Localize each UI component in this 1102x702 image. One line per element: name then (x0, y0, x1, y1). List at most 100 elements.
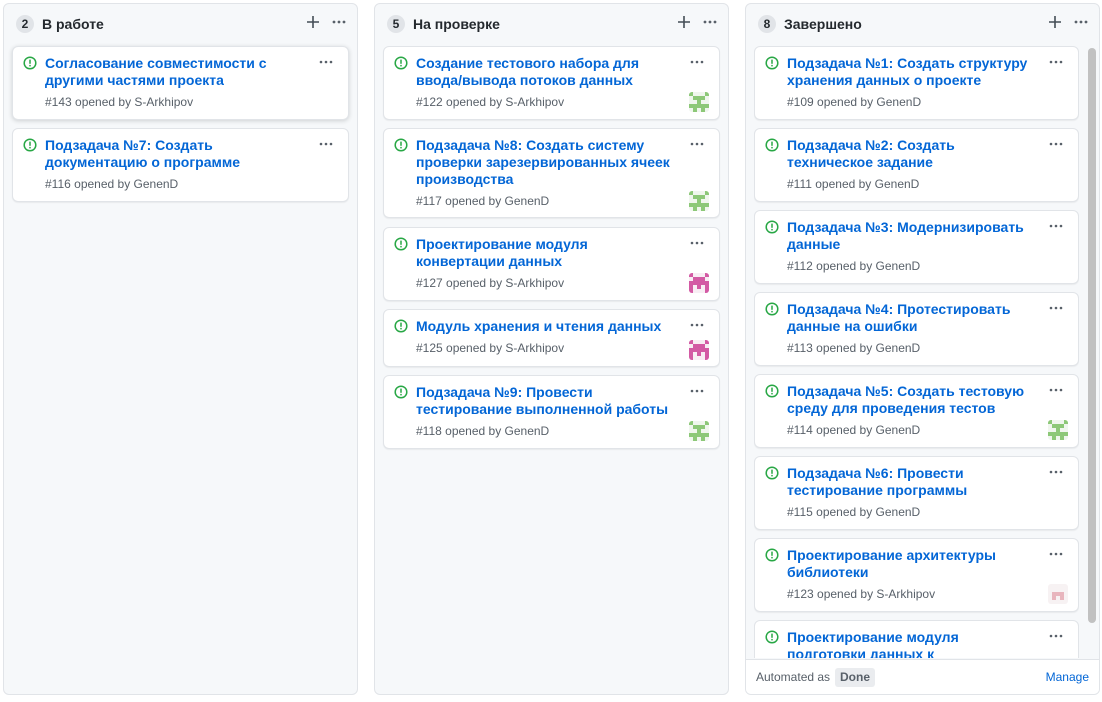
kebab-icon[interactable] (702, 14, 718, 30)
issue-card[interactable]: Проектирование модуля конвертации данных … (383, 227, 720, 301)
issue-opened-icon (765, 384, 779, 398)
issue-opened-icon (23, 56, 37, 70)
card-list: Согласование совместимости с другими част… (12, 46, 349, 694)
issue-card[interactable]: Проектирование модуля подготовки данных к (754, 620, 1079, 658)
issue-meta: #118 opened by GenenD (416, 424, 550, 438)
kebab-icon[interactable] (689, 384, 705, 398)
column-header: 2 В работе (4, 4, 357, 44)
user-avatar-icon[interactable] (1048, 584, 1068, 604)
issue-title[interactable]: Подзадача №4: Протестировать данные на ош… (787, 301, 1038, 335)
scrollbar-thumb[interactable] (1088, 48, 1096, 623)
issue-title[interactable]: Подзадача №1: Создать структуру хранения … (787, 55, 1038, 89)
kebab-icon[interactable] (1048, 55, 1064, 69)
issue-card[interactable]: Подзадача №6: Провести тестирование прогр… (754, 456, 1079, 530)
issue-title[interactable]: Подзадача №8: Создать систему проверки за… (416, 137, 679, 188)
kebab-icon[interactable] (1048, 219, 1064, 233)
user-avatar-icon[interactable] (1048, 420, 1068, 440)
issue-title[interactable]: Проектирование модуля конвертации данных (416, 236, 679, 270)
kebab-icon[interactable] (1073, 14, 1089, 30)
kebab-icon[interactable] (318, 55, 334, 69)
kebab-icon[interactable] (1048, 137, 1064, 151)
issue-opened-icon (394, 56, 408, 70)
issue-card[interactable]: Подзадача №4: Протестировать данные на ош… (754, 292, 1079, 366)
kebab-icon[interactable] (1048, 301, 1064, 315)
column-count: 8 (758, 15, 776, 33)
issue-meta: #115 opened by GenenD (787, 505, 921, 519)
issue-title[interactable]: Проектирование модуля подготовки данных к (787, 629, 1038, 658)
issue-title[interactable]: Подзадача №5: Создать тестовую среду для … (787, 383, 1038, 417)
issue-opened-icon (765, 220, 779, 234)
user-avatar-icon[interactable] (689, 273, 709, 293)
issue-opened-icon (394, 319, 408, 333)
kebab-icon[interactable] (331, 14, 347, 30)
issue-card[interactable]: Подзадача №7: Создать документацию о прог… (12, 128, 349, 202)
issue-card[interactable]: Создание тестового набора для ввода/вывод… (383, 46, 720, 120)
issue-meta: #113 opened by GenenD (787, 341, 921, 355)
kebab-icon[interactable] (318, 137, 334, 151)
user-avatar-icon[interactable] (689, 340, 709, 360)
issue-card[interactable]: Модуль хранения и чтения данных #125 ope… (383, 309, 720, 367)
issue-meta: #116 opened by GenenD (45, 177, 179, 191)
plus-icon[interactable] (676, 14, 692, 30)
issue-card[interactable]: Согласование совместимости с другими част… (12, 46, 349, 120)
kebab-icon[interactable] (689, 137, 705, 151)
issue-title[interactable]: Подзадача №6: Провести тестирование прогр… (787, 465, 1038, 499)
issue-card[interactable]: Подзадача №8: Создать систему проверки за… (383, 128, 720, 218)
column-header: 8 Завершено (746, 4, 1099, 44)
issue-opened-icon (394, 237, 408, 251)
issue-opened-icon (765, 138, 779, 152)
issue-meta: #111 opened by GenenD (787, 177, 920, 191)
issue-card[interactable]: Подзадача №2: Создать техническое задание… (754, 128, 1079, 202)
issue-opened-icon (765, 56, 779, 70)
issue-opened-icon (394, 138, 408, 152)
issue-opened-icon (765, 302, 779, 316)
kebab-icon[interactable] (1048, 465, 1064, 479)
kebab-icon[interactable] (1048, 547, 1064, 561)
issue-opened-icon (394, 385, 408, 399)
issue-card[interactable]: Подзадача №5: Создать тестовую среду для … (754, 374, 1079, 448)
issue-card[interactable]: Проектирование архитектуры библиотеки #12… (754, 538, 1079, 612)
issue-meta: #125 opened by S-Arkhipov (416, 341, 565, 355)
plus-icon[interactable] (1047, 14, 1063, 30)
issue-title[interactable]: Создание тестового набора для ввода/вывод… (416, 55, 679, 89)
issue-meta: #122 opened by S-Arkhipov (416, 95, 565, 109)
issue-card[interactable]: Подзадача №3: Модернизировать данные #112… (754, 210, 1079, 284)
user-avatar-icon[interactable] (689, 421, 709, 441)
column-done: 8 Завершено Подзадача №1: Создать структ… (745, 3, 1100, 695)
issue-meta: #109 opened by GenenD (787, 95, 922, 109)
issue-opened-icon (765, 466, 779, 480)
issue-meta: #127 opened by S-Arkhipov (416, 276, 565, 290)
card-list[interactable]: Подзадача №1: Создать структуру хранения … (754, 46, 1079, 658)
issue-opened-icon (765, 548, 779, 562)
user-avatar-icon[interactable] (689, 191, 709, 211)
kebab-icon[interactable] (689, 236, 705, 250)
card-list: Создание тестового набора для ввода/вывод… (383, 46, 720, 694)
issue-card[interactable]: Подзадача №1: Создать структуру хранения … (754, 46, 1079, 120)
issue-meta: #123 opened by S-Arkhipov (787, 587, 936, 601)
issue-title[interactable]: Подзадача №2: Создать техническое задание (787, 137, 1038, 171)
kebab-icon[interactable] (689, 55, 705, 69)
kebab-icon[interactable] (1048, 629, 1064, 643)
plus-icon[interactable] (305, 14, 321, 30)
column-count: 2 (16, 15, 34, 33)
issue-meta: #143 opened by S-Arkhipov (45, 95, 194, 109)
issue-opened-icon (765, 630, 779, 644)
column-title: Завершено (784, 16, 862, 32)
issue-title[interactable]: Модуль хранения и чтения данных (416, 318, 679, 335)
issue-meta: #112 opened by GenenD (787, 259, 921, 273)
issue-title[interactable]: Согласование совместимости с другими част… (45, 55, 308, 89)
issue-title[interactable]: Проектирование архитектуры библиотеки (787, 547, 1038, 581)
automation-label: Automated as (756, 670, 831, 684)
column-title: В работе (42, 16, 104, 32)
column-title: На проверке (413, 16, 500, 32)
issue-title[interactable]: Подзадача №9: Провести тестирование выпол… (416, 384, 679, 418)
issue-opened-icon (23, 138, 37, 152)
kebab-icon[interactable] (1048, 383, 1064, 397)
issue-title[interactable]: Подзадача №3: Модернизировать данные (787, 219, 1038, 253)
issue-title[interactable]: Подзадача №7: Создать документацию о прог… (45, 137, 308, 171)
issue-card[interactable]: Подзадача №9: Провести тестирование выпол… (383, 375, 720, 449)
manage-automation-link[interactable]: Manage (1046, 670, 1089, 684)
issue-meta: #117 opened by GenenD (416, 194, 550, 208)
kebab-icon[interactable] (689, 318, 705, 332)
user-avatar-icon[interactable] (689, 92, 709, 112)
